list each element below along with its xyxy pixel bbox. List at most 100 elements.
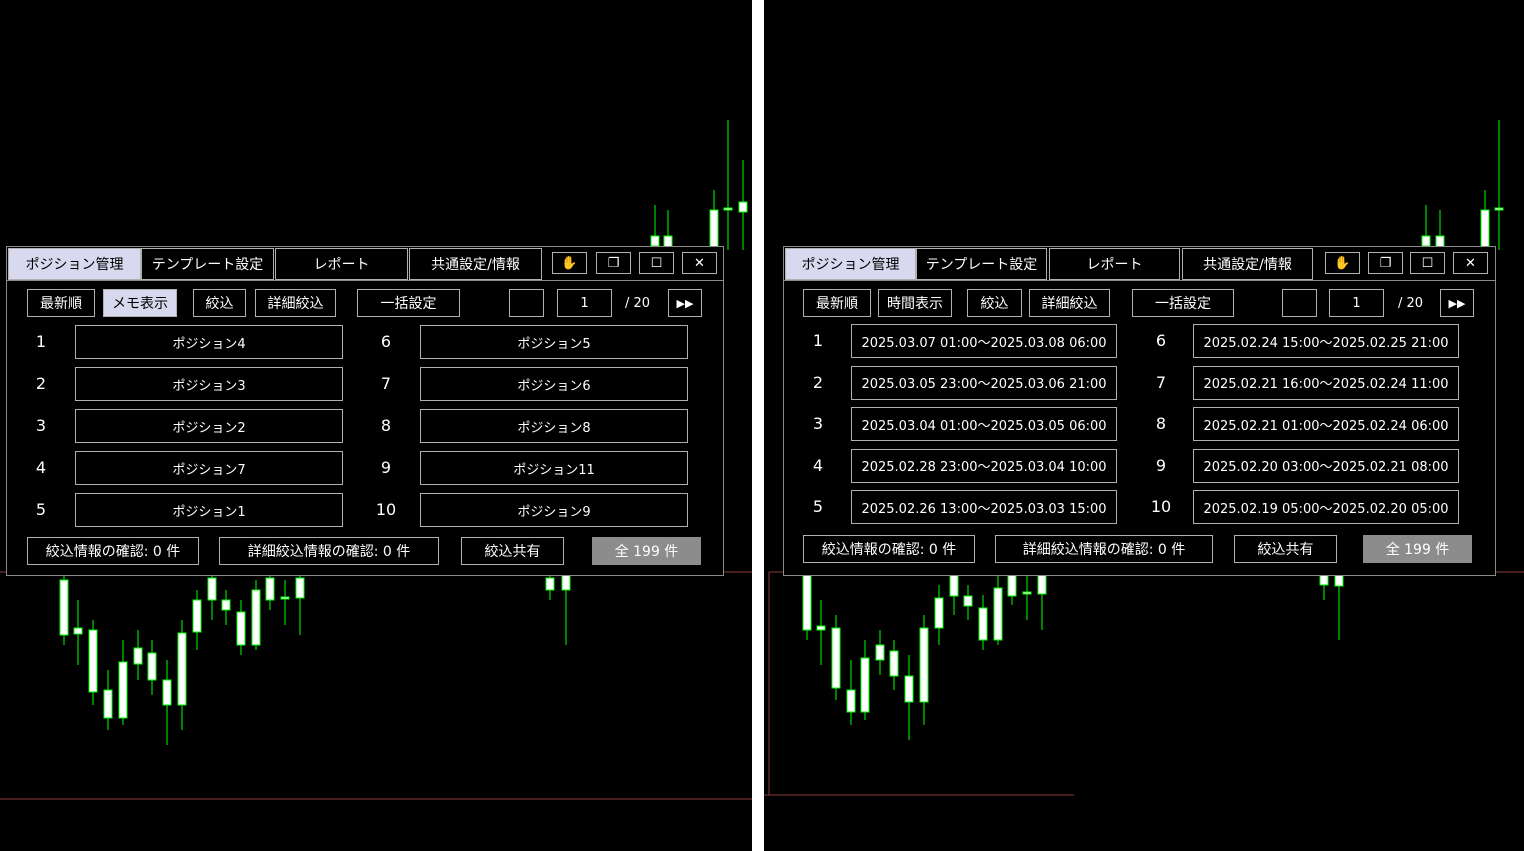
position-row-button[interactable]: ポジション6 — [420, 367, 688, 401]
row-number: 3 — [812, 414, 824, 433]
filter-info-button[interactable]: 絞込情報の確認: 0 件 — [27, 537, 199, 565]
candle-body — [88, 629, 98, 693]
candle-body — [103, 689, 113, 719]
position-row-button[interactable]: ポジション4 — [75, 325, 343, 359]
page-number-input[interactable]: 1 — [1329, 289, 1384, 317]
candle-body — [73, 627, 83, 635]
page-color-box[interactable] — [509, 289, 544, 317]
filter-share-button[interactable]: 絞込共有 — [1234, 535, 1337, 563]
candle-body — [934, 597, 944, 629]
candle-body — [875, 644, 885, 661]
bulk-settings-button[interactable]: 一括設定 — [357, 289, 460, 317]
close-icon[interactable]: ✕ — [1453, 252, 1488, 274]
detail-filter-info-button[interactable]: 詳細絞込情報の確認: 0 件 — [995, 535, 1213, 563]
candle-body — [561, 574, 571, 591]
fast-forward-icon[interactable]: ▶▶ — [1440, 289, 1474, 317]
position-row-button[interactable]: 2025.02.21 16:00～2025.02.24 11:00 — [1193, 365, 1459, 400]
tab-common-settings[interactable]: 共通設定/情報 — [1182, 248, 1313, 280]
row-number: 2 — [35, 374, 47, 393]
tab-common-settings[interactable]: 共通設定/情報 — [409, 248, 542, 280]
tab-divider — [7, 280, 723, 281]
candle-body — [919, 627, 929, 703]
filter-button[interactable]: 絞込 — [967, 289, 1022, 317]
position-row-button[interactable]: 2025.02.21 01:00～2025.02.24 06:00 — [1193, 407, 1459, 441]
tab-position-manager[interactable]: ポジション管理 — [785, 248, 916, 280]
page-total: / 20 — [625, 296, 651, 311]
tab-report[interactable]: レポート — [275, 248, 408, 280]
tab-template-settings[interactable]: テンプレート設定 — [141, 248, 274, 280]
row-number: 9 — [380, 458, 392, 477]
tab-report[interactable]: レポート — [1049, 248, 1180, 280]
position-row-button[interactable]: ポジション2 — [75, 409, 343, 443]
hand-icon[interactable]: ✋ — [1325, 252, 1360, 274]
candle-body — [802, 574, 812, 631]
position-manager-panel: ポジション管理 テンプレート設定 レポート 共通設定/情報 ✋ ❐ ☐ ✕ 最新… — [6, 246, 724, 576]
page-color-box[interactable] — [1282, 289, 1317, 317]
position-row-button[interactable]: 2025.03.07 01:00～2025.03.08 06:00 — [851, 324, 1117, 358]
sort-newest-button[interactable]: 最新順 — [803, 289, 871, 317]
hand-icon[interactable]: ✋ — [552, 252, 587, 274]
candle-body — [1421, 235, 1431, 247]
row-number: 3 — [35, 416, 47, 435]
page-number-input[interactable]: 1 — [557, 289, 612, 317]
total-count-button[interactable]: 全 199 件 — [1363, 535, 1472, 563]
candle-body — [265, 577, 275, 601]
position-row-button[interactable]: 2025.03.04 01:00～2025.03.05 06:00 — [851, 407, 1117, 441]
detail-filter-info-button[interactable]: 詳細絞込情報の確認: 0 件 — [219, 537, 439, 565]
tab-position-manager[interactable]: ポジション管理 — [8, 248, 141, 280]
candle-body — [816, 625, 826, 631]
detail-filter-button[interactable]: 詳細絞込 — [1029, 289, 1110, 317]
maximize-icon[interactable]: ☐ — [1410, 252, 1445, 274]
row-number: 10 — [375, 500, 397, 519]
position-row-button[interactable]: 2025.02.24 15:00～2025.02.25 21:00 — [1193, 324, 1459, 358]
time-display-button[interactable]: 時間表示 — [878, 289, 952, 317]
candle-body — [723, 207, 733, 211]
restore-icon[interactable]: ❐ — [596, 252, 631, 274]
row-number: 6 — [1155, 331, 1167, 350]
fast-forward-icon[interactable]: ▶▶ — [668, 289, 702, 317]
candle-body — [207, 577, 217, 601]
candle-body — [295, 577, 305, 599]
close-icon[interactable]: ✕ — [682, 252, 717, 274]
filter-button[interactable]: 絞込 — [193, 289, 246, 317]
candle-body — [963, 595, 973, 607]
row-number: 9 — [1155, 455, 1167, 475]
position-row-button[interactable]: 2025.02.26 13:00～2025.03.03 15:00 — [851, 490, 1117, 524]
candle-body — [650, 235, 660, 247]
position-row-button[interactable]: ポジション11 — [420, 451, 688, 485]
detail-filter-button[interactable]: 詳細絞込 — [255, 289, 336, 317]
candle-body — [738, 201, 748, 213]
page-total: / 20 — [1398, 296, 1424, 311]
total-count-button[interactable]: 全 199 件 — [592, 537, 701, 565]
candle-body — [251, 589, 261, 646]
position-row-button[interactable]: 2025.02.28 23:00～2025.03.04 10:00 — [851, 448, 1117, 483]
position-row-button[interactable]: 2025.03.05 23:00～2025.03.06 21:00 — [851, 365, 1117, 400]
position-row-button[interactable]: ポジション9 — [420, 493, 688, 527]
filter-share-button[interactable]: 絞込共有 — [461, 537, 564, 565]
candle-body — [1494, 207, 1504, 211]
position-row-button[interactable]: ポジション1 — [75, 493, 343, 527]
position-row-button[interactable]: 2025.02.20 03:00～2025.02.21 08:00 — [1193, 448, 1459, 483]
candle-body — [1319, 574, 1329, 586]
candle-body — [59, 579, 69, 636]
position-row-button[interactable]: ポジション3 — [75, 367, 343, 401]
maximize-icon[interactable]: ☐ — [639, 252, 674, 274]
filter-info-button[interactable]: 絞込情報の確認: 0 件 — [803, 535, 975, 563]
row-number: 5 — [35, 500, 47, 519]
position-row-button[interactable]: ポジション5 — [420, 325, 688, 359]
sort-newest-button[interactable]: 最新順 — [27, 289, 95, 317]
tab-template-settings[interactable]: テンプレート設定 — [916, 248, 1047, 280]
candle-body — [889, 650, 899, 677]
restore-icon[interactable]: ❐ — [1368, 252, 1403, 274]
position-row-button[interactable]: ポジション8 — [420, 409, 688, 443]
candle-body — [978, 607, 988, 641]
bulk-settings-button[interactable]: 一括設定 — [1132, 289, 1234, 317]
row-number: 5 — [812, 497, 824, 516]
memo-display-button[interactable]: メモ表示 — [103, 289, 177, 317]
row-number: 7 — [1155, 372, 1167, 392]
candle-body — [162, 679, 172, 706]
position-row-button[interactable]: ポジション7 — [75, 451, 343, 485]
row-number: 8 — [1155, 414, 1167, 433]
candle-body — [709, 209, 719, 249]
position-row-button[interactable]: 2025.02.19 05:00～2025.02.20 05:00 — [1193, 490, 1459, 524]
